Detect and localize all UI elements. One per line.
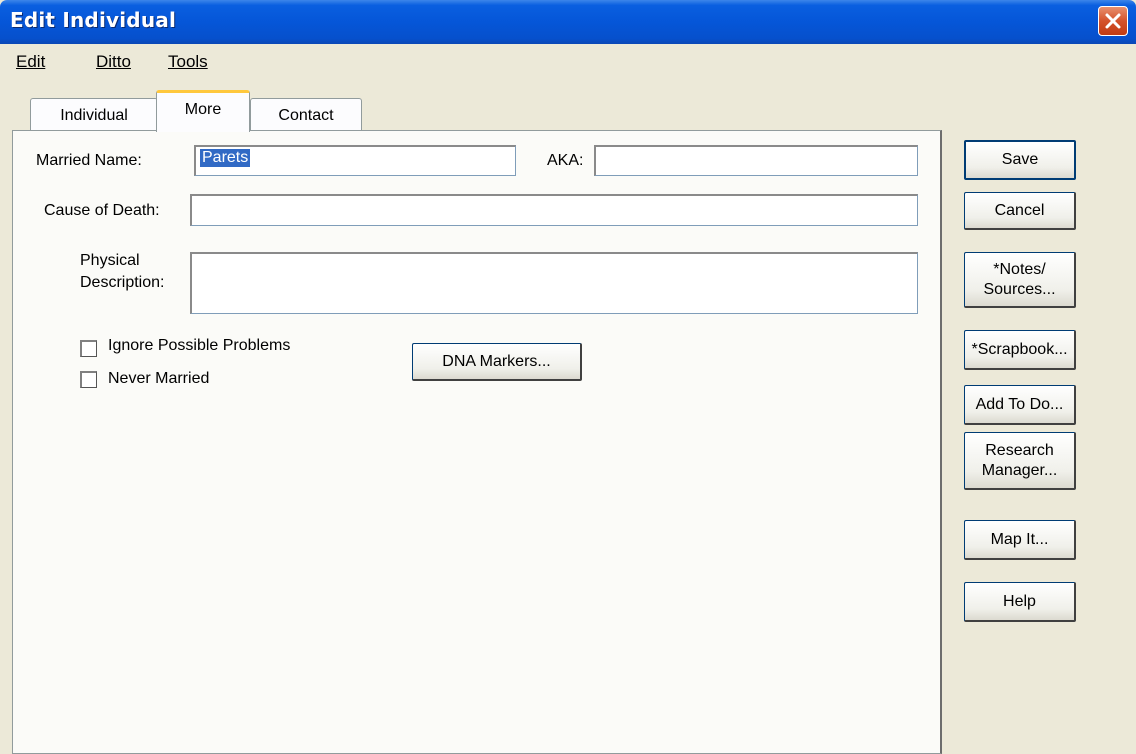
dna-markers-label: DNA Markers... [442, 352, 551, 370]
menu-tools[interactable]: Tools [168, 52, 208, 72]
add-todo-label: Add To Do... [975, 395, 1064, 413]
close-icon [1105, 13, 1121, 29]
never-married-checkbox[interactable] [80, 371, 97, 388]
married-name-input[interactable]: Parets [194, 145, 516, 176]
help-label: Help [1003, 592, 1036, 610]
menu-ditto[interactable]: Ditto [96, 52, 131, 72]
scrapbook-button[interactable]: *Scrapbook... [964, 330, 1076, 370]
menu-bar: Edit Ditto Tools [0, 44, 1136, 84]
menu-tools-label: Tools [168, 52, 208, 71]
title-bar: Edit Individual [0, 0, 1136, 44]
physical-description-label-line1: Physical [80, 252, 140, 269]
menu-ditto-label: Ditto [96, 52, 131, 71]
map-it-label: Map It... [990, 530, 1049, 548]
add-todo-button[interactable]: Add To Do... [964, 385, 1076, 425]
tab-more[interactable]: More [156, 90, 250, 132]
cause-of-death-input[interactable] [190, 194, 918, 226]
research-label-line1: Research [985, 441, 1054, 459]
married-name-value: Parets [200, 149, 251, 167]
window-title: Edit Individual [10, 8, 177, 32]
menu-edit[interactable]: Edit [16, 52, 45, 72]
tab-individual-label: Individual [60, 107, 128, 124]
ignore-problems-checkbox[interactable] [80, 340, 97, 357]
dna-markers-button[interactable]: DNA Markers... [412, 343, 582, 381]
cancel-label: Cancel [994, 201, 1045, 219]
aka-input[interactable] [594, 145, 918, 176]
tab-contact[interactable]: Contact [250, 98, 362, 131]
cancel-button[interactable]: Cancel [964, 192, 1076, 230]
notes-label-line1: *Notes/ [993, 260, 1046, 278]
tab-individual[interactable]: Individual [30, 98, 158, 131]
help-button[interactable]: Help [964, 582, 1076, 622]
notes-label-line2: Sources... [983, 280, 1056, 298]
notes-sources-button[interactable]: *Notes/ Sources... [964, 252, 1076, 308]
close-button[interactable] [1098, 6, 1128, 36]
tab-more-label: More [184, 101, 222, 118]
map-it-button[interactable]: Map It... [964, 520, 1076, 560]
cause-of-death-label: Cause of Death: [44, 202, 160, 219]
never-married-label[interactable]: Never Married [108, 370, 209, 388]
tab-contact-label: Contact [278, 107, 334, 124]
save-button[interactable]: Save [964, 140, 1076, 180]
married-name-label: Married Name: [36, 152, 142, 170]
scrapbook-label: *Scrapbook... [971, 340, 1068, 358]
married-name-label-text: Married Name: [36, 152, 142, 169]
ignore-problems-label[interactable]: Ignore Possible Problems [108, 337, 290, 355]
aka-label: AKA: [547, 152, 584, 169]
physical-description-textarea[interactable] [190, 252, 918, 314]
research-manager-button[interactable]: Research Manager... [964, 432, 1076, 490]
save-label: Save [1001, 151, 1039, 168]
physical-description-label-line2: Description: [80, 274, 165, 291]
research-label-line2: Manager... [981, 461, 1058, 479]
menu-edit-label: Edit [16, 52, 46, 71]
